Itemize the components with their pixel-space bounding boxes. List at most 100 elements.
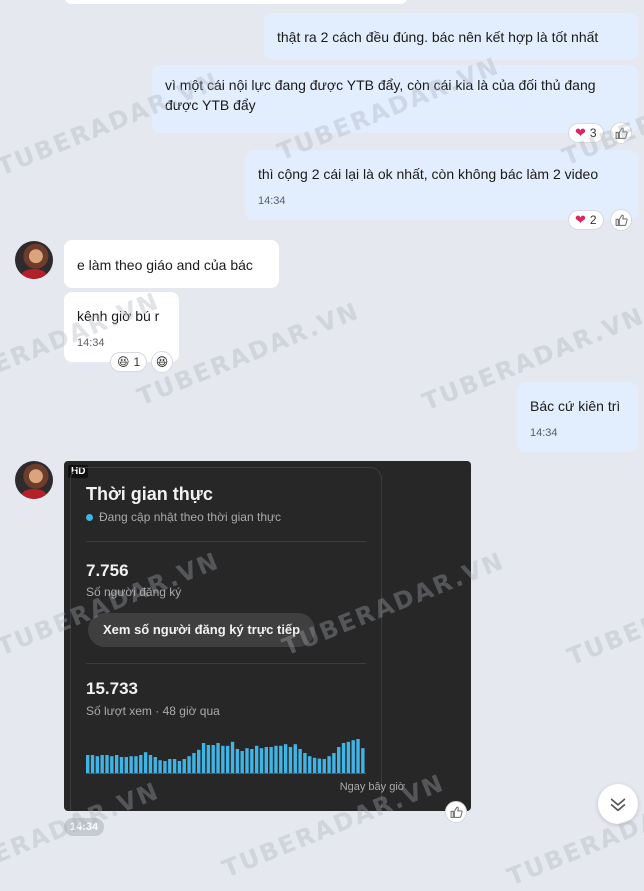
chart-bar (182, 759, 186, 773)
chart-bar (226, 745, 230, 773)
chart-bar (245, 748, 249, 773)
chevron-double-down-icon (610, 798, 626, 812)
reaction-count: 3 (589, 126, 597, 140)
chart-bar (250, 749, 254, 773)
chart-bar (143, 752, 148, 773)
chart-bar (269, 747, 273, 773)
chart-baseline (86, 773, 366, 774)
watermark: TUBERADAR.VN (563, 556, 644, 672)
chart-bar (361, 748, 365, 773)
chart-bar (129, 756, 133, 773)
chart-bar (216, 743, 220, 773)
chart-bar (351, 740, 355, 773)
avatar[interactable] (15, 241, 53, 279)
thumbs-up-icon (450, 806, 463, 818)
chart-bar (337, 747, 341, 773)
reaction-badge[interactable]: 😆 1 (110, 352, 148, 372)
previous-message-edge (64, 0, 408, 4)
chart-bar (288, 747, 293, 773)
chart-bar (279, 745, 283, 773)
chart-bar (317, 758, 322, 773)
chart-bar (110, 756, 114, 773)
chart-bar (206, 745, 211, 773)
views-bar-chart (86, 739, 365, 773)
thumbs-up-icon (615, 127, 628, 139)
chart-bar (264, 747, 268, 773)
chart-bar (197, 749, 201, 773)
chart-bar (235, 749, 240, 773)
chart-bar (308, 756, 312, 773)
chart-bar (114, 755, 119, 773)
chart-bar (158, 760, 162, 773)
chart-bar (100, 755, 104, 773)
reaction-badge[interactable]: ❤ 3 (568, 123, 604, 143)
divider (86, 663, 366, 664)
chart-bar (259, 748, 264, 773)
like-button[interactable] (610, 122, 632, 144)
like-button[interactable] (610, 209, 632, 231)
chart-bar (341, 743, 346, 773)
realtime-title: Thời gian thực (86, 484, 213, 504)
chart-bar (134, 756, 138, 773)
live-dot-icon (86, 514, 93, 521)
message-time: 14:34 (530, 427, 558, 439)
chart-bar (346, 741, 351, 773)
chart-bar (298, 749, 302, 773)
message-time: 14:34 (77, 337, 105, 349)
message-bubble-in[interactable]: e làm theo giáo and của bác (64, 240, 279, 288)
chart-bar (332, 753, 336, 773)
heart-icon: ❤ (575, 125, 586, 140)
message-bubble-out[interactable]: thật ra 2 cách đều đúng. bác nên kết hợp… (264, 13, 638, 60)
chart-bar (139, 755, 143, 773)
chart-bar (119, 757, 124, 773)
laughing-emoji-icon: 😆 (117, 355, 130, 369)
views-label: Số lượt xem · 48 giờ qua (86, 704, 220, 718)
subscriber-count: 7.756 (86, 561, 129, 580)
react-button[interactable]: 😆 (151, 351, 173, 373)
chart-bar (327, 756, 331, 773)
scroll-to-bottom-button[interactable] (598, 784, 638, 824)
chart-bar (312, 757, 317, 773)
chart-bar (322, 759, 326, 773)
message-bubble-out[interactable]: Bác cứ kiên trì 14:34 (517, 382, 638, 452)
chart-bar (163, 761, 167, 773)
chart-bar (153, 757, 157, 773)
chart-bar (240, 751, 244, 773)
message-text: Bác cứ kiên trì (530, 398, 621, 414)
realtime-subtitle: Đang cập nhật theo thời gian thực (86, 510, 281, 524)
reaction-count: 2 (589, 213, 597, 227)
chart-bar (192, 753, 196, 773)
chart-bar (95, 756, 100, 773)
image-message[interactable]: HD Thời gian thực Đang cập nhật theo thờ… (64, 461, 471, 811)
message-text: thật ra 2 cách đều đúng. bác nên kết hợp… (277, 29, 599, 45)
message-bubble-out[interactable]: vì một cái nội lực đang được YTB đẩy, cò… (152, 65, 638, 133)
chart-bar (177, 761, 182, 773)
chart-bar (187, 756, 191, 773)
divider (86, 541, 366, 542)
message-text: thì cộng 2 cái lại là ok nhất, còn không… (258, 166, 599, 182)
live-subscribers-button: Xem số người đăng ký trực tiếp (88, 613, 316, 647)
chart-bar (221, 745, 225, 773)
chart-bar (211, 745, 215, 773)
chart-bar (274, 745, 278, 773)
chart-bar (172, 759, 177, 773)
now-label: Ngay bây giờ (339, 781, 405, 793)
chart-bar (148, 755, 153, 773)
reaction-badge[interactable]: ❤ 2 (568, 210, 604, 230)
message-time: 14:34 (64, 818, 105, 836)
message-time: 14:34 (258, 195, 286, 207)
chart-bar (230, 741, 235, 773)
chart-bar (124, 757, 128, 773)
chart-bar (86, 755, 90, 773)
thumbs-up-icon (615, 214, 628, 226)
chart-bar (105, 755, 109, 773)
like-button[interactable] (445, 801, 467, 823)
laughing-emoji-icon: 😆 (155, 355, 169, 369)
message-text: vì một cái nội lực đang được YTB đẩy, cò… (165, 77, 596, 113)
chart-bar (356, 739, 360, 773)
chart-bar (283, 744, 288, 773)
reaction-count: 1 (133, 355, 141, 369)
heart-icon: ❤ (575, 212, 586, 227)
chart-bar (90, 755, 95, 773)
avatar[interactable] (15, 461, 53, 499)
